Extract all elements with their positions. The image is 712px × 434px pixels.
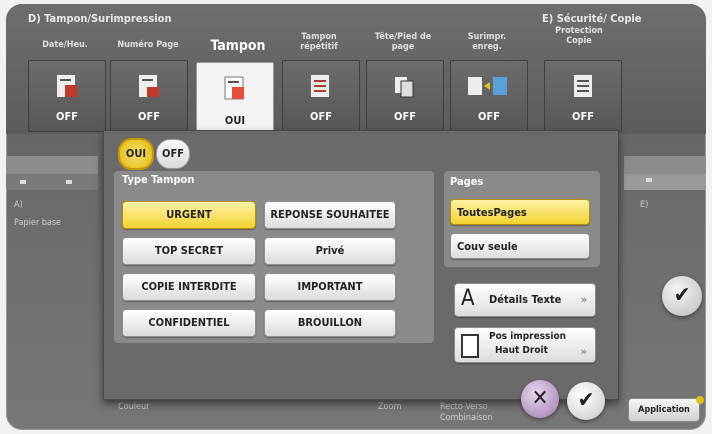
background-ok-button[interactable]: ✔ [662, 276, 702, 316]
stamp-important-button[interactable]: IMPORTANT [264, 273, 396, 301]
tab-status: OFF [572, 110, 594, 123]
page-icon [461, 334, 479, 358]
section-e-short-label: E) [640, 200, 649, 210]
strip-marker [646, 178, 652, 182]
side-bar-left [6, 156, 98, 174]
tab-label-page-number: Numéro Page [117, 40, 179, 50]
tab-label-repeat-stamp: Tampon répétitif [300, 32, 338, 52]
toggle-off-button[interactable]: OFF [156, 139, 190, 169]
chevron-right-icon: » [580, 293, 587, 306]
side-bar-right [624, 156, 706, 174]
check-icon: ✔ [673, 283, 691, 308]
repeat-stamp-icon [311, 75, 329, 97]
stamp-urgent-button[interactable]: URGENT [122, 201, 256, 229]
zoom-label: Zoom [378, 402, 402, 412]
status-indicator-icon [696, 396, 704, 404]
cancel-button[interactable]: ✕ [521, 380, 559, 418]
tab-copy-protect[interactable]: OFF [544, 60, 622, 132]
tab-label-overlay: Surimpr. enreg. [467, 32, 507, 52]
toggle-on-button[interactable]: OUI [118, 138, 154, 170]
section-d-label: D) Tampon/Surimpression [28, 12, 172, 25]
stamp-draft-button[interactable]: BROUILLON [264, 309, 396, 337]
tab-status: OFF [394, 110, 416, 123]
tab-stamp[interactable]: OUI [196, 62, 274, 136]
chevron-right-icon: » [580, 345, 587, 358]
print-position-value: Haut Droit [495, 345, 548, 356]
overlay-icon [468, 77, 507, 95]
tab-header-footer[interactable]: OFF [366, 60, 444, 132]
tab-status: OFF [138, 110, 160, 123]
check-icon: ✔ [577, 388, 595, 413]
print-position-button[interactable]: Pos impression Haut Droit » [454, 327, 596, 363]
stamp-type-group: Type Tampon URGENT REPONSE SOUHAITEE TOP… [114, 171, 434, 343]
text-details-label: Détails Texte [489, 293, 562, 306]
stamp-private-button[interactable]: Privé [264, 237, 396, 265]
tab-status: OUI [224, 114, 246, 127]
ok-button[interactable]: ✔ [567, 382, 605, 420]
tab-page-number[interactable]: OFF [110, 60, 188, 132]
strip-marker [66, 180, 72, 184]
tab-overlay[interactable]: OFF [450, 60, 528, 132]
duplex-label: Recto-Verso Combinaison [440, 402, 493, 423]
close-icon: ✕ [531, 386, 549, 411]
color-label: Couleur [118, 402, 150, 412]
text-details-button[interactable]: A Détails Texte » [454, 283, 596, 317]
stamp-dialog: OUI OFF Type Tampon URGENT REPONSE SOUHA… [103, 130, 619, 400]
paper-base-label: Papier base [14, 218, 62, 228]
tab-status: OFF [310, 110, 332, 123]
date-stamp-icon [57, 75, 77, 97]
font-a-icon: A [461, 286, 475, 311]
stamp-response-button[interactable]: REPONSE SOUHAITEE [264, 201, 396, 229]
pages-label: Pages [450, 175, 484, 188]
copy-protect-icon [574, 75, 592, 97]
tab-label-date: Date/Heu. [42, 40, 88, 50]
application-button[interactable]: Application [628, 398, 700, 422]
header-footer-icon [395, 77, 414, 98]
strip-right [624, 174, 706, 190]
pages-cover-only-button[interactable]: Couv seule [450, 233, 590, 259]
section-e-label: E) Sécurité/ Copie [542, 12, 642, 25]
stamp-type-label: Type Tampon [122, 173, 195, 186]
strip-marker [20, 180, 26, 184]
pages-group: Pages ToutesPages Couv seule [444, 171, 600, 267]
tab-label-stamp: Tampon [210, 38, 266, 54]
tab-status: OFF [56, 110, 78, 123]
stamp-confidential-button[interactable]: CONFIDENTIEL [122, 309, 256, 337]
stamp-top-secret-button[interactable]: TOP SECRET [122, 237, 256, 265]
section-a-label: A) [14, 200, 23, 210]
page-number-icon [139, 75, 159, 97]
tab-label-header-footer: Tête/Pied de page [374, 32, 432, 52]
tab-date[interactable]: OFF [28, 60, 106, 132]
tab-label-copy-protect: Protection Copie [555, 26, 603, 46]
copier-screen: D) Tampon/Surimpression E) Sécurité/ Cop… [6, 4, 706, 430]
tab-status: OFF [478, 110, 500, 123]
stamp-copy-forbidden-button[interactable]: COPIE INTERDITE [122, 273, 256, 301]
print-position-title: Pos impression [489, 331, 567, 342]
pages-all-button[interactable]: ToutesPages [450, 199, 590, 225]
tab-repeat-stamp[interactable]: OFF [282, 60, 360, 132]
stamp-icon [224, 76, 244, 100]
